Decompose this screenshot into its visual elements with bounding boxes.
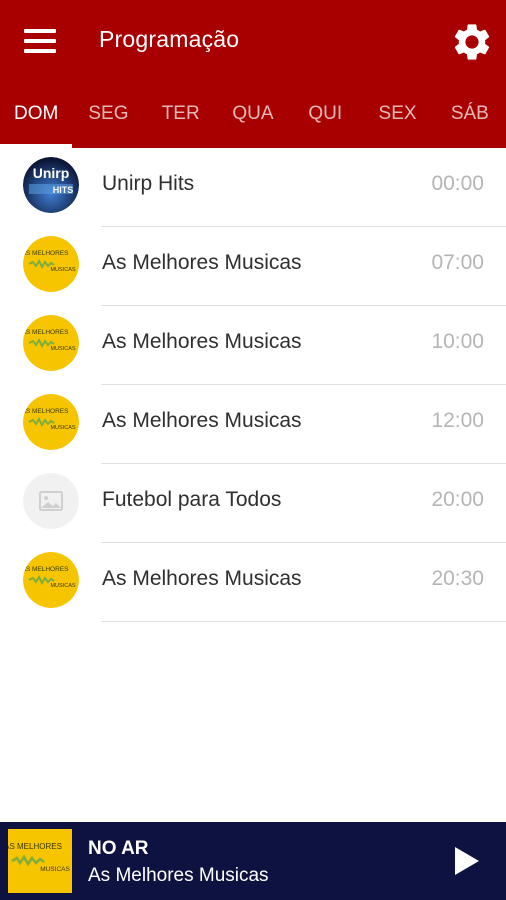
svg-text:MUSICAS: MUSICAS <box>50 267 75 273</box>
list-item[interactable]: AS MELHORES MUSICAS As Melhores Musicas … <box>0 543 506 622</box>
svg-text:MUSICAS: MUSICAS <box>40 866 70 873</box>
svg-text:HITS: HITS <box>53 185 74 195</box>
list-item[interactable]: AS MELHORES MUSICAS As Melhores Musicas … <box>0 227 506 306</box>
svg-text:AS MELHORES: AS MELHORES <box>8 842 62 851</box>
play-icon[interactable] <box>452 845 482 877</box>
tab-ter[interactable]: TER <box>145 84 217 148</box>
tab-seg[interactable]: SEG <box>72 84 144 148</box>
program-time: 07:00 <box>431 251 484 274</box>
tab-sab[interactable]: SÁB <box>434 84 506 148</box>
gear-icon[interactable] <box>450 20 494 64</box>
svg-text:AS MELHORES: AS MELHORES <box>23 566 69 573</box>
svg-text:AS MELHORES: AS MELHORES <box>23 329 69 336</box>
program-title: As Melhores Musicas <box>102 330 302 353</box>
svg-text:MUSICAS: MUSICAS <box>50 583 75 589</box>
program-title: Futebol para Todos <box>102 488 282 511</box>
page-title: Programação <box>99 26 240 52</box>
list-item[interactable]: AS MELHORES MUSICAS As Melhores Musicas … <box>0 385 506 464</box>
now-playing-title: As Melhores Musicas <box>88 865 269 886</box>
hamburger-menu-icon[interactable] <box>24 29 56 53</box>
program-title: Unirp Hits <box>102 172 195 195</box>
program-time: 10:00 <box>431 330 484 353</box>
svg-text:Unirp: Unirp <box>33 165 70 181</box>
as-melhores-musicas-logo: AS MELHORES MUSICAS <box>23 552 79 608</box>
as-melhores-musicas-logo: AS MELHORES MUSICAS <box>23 236 79 292</box>
on-air-label: NO AR <box>88 838 149 859</box>
list-item[interactable]: Unirp HITS Unirp Hits 00:00 <box>0 148 506 227</box>
toolbar: Programação <box>0 0 506 84</box>
svg-text:MUSICAS: MUSICAS <box>50 425 75 431</box>
app-bar: Programação DOM SEG TER QUA QUI SEX SÁB <box>0 0 506 148</box>
svg-text:AS MELHORES: AS MELHORES <box>23 408 69 415</box>
program-time: 12:00 <box>431 409 484 432</box>
list-item[interactable]: Futebol para Todos 20:00 <box>0 464 506 543</box>
as-melhores-musicas-logo: AS MELHORES MUSICAS <box>8 829 72 893</box>
program-title: As Melhores Musicas <box>102 409 302 432</box>
as-melhores-musicas-logo: AS MELHORES MUSICAS <box>23 394 79 450</box>
program-title: As Melhores Musicas <box>102 567 302 590</box>
tab-sex[interactable]: SEX <box>361 84 433 148</box>
program-time: 20:00 <box>431 488 484 511</box>
day-tabs: DOM SEG TER QUA QUI SEX SÁB <box>0 84 506 148</box>
program-time: 00:00 <box>431 172 484 195</box>
divider <box>101 621 506 622</box>
tab-qua[interactable]: QUA <box>217 84 289 148</box>
program-title: As Melhores Musicas <box>102 251 302 274</box>
image-placeholder-icon <box>23 473 79 529</box>
svg-text:MUSICAS: MUSICAS <box>50 346 75 352</box>
unirp-hits-logo: Unirp HITS <box>23 157 79 213</box>
tab-dom[interactable]: DOM <box>0 84 73 148</box>
svg-text:AS MELHORES: AS MELHORES <box>23 250 69 257</box>
tab-qui[interactable]: QUI <box>289 84 361 148</box>
schedule-list: Unirp HITS Unirp Hits 00:00 AS MELHORES … <box>0 148 506 622</box>
as-melhores-musicas-logo: AS MELHORES MUSICAS <box>23 315 79 371</box>
now-playing-bar[interactable]: AS MELHORES MUSICAS NO AR As Melhores Mu… <box>0 822 506 900</box>
program-time: 20:30 <box>431 567 484 590</box>
list-item[interactable]: AS MELHORES MUSICAS As Melhores Musicas … <box>0 306 506 385</box>
